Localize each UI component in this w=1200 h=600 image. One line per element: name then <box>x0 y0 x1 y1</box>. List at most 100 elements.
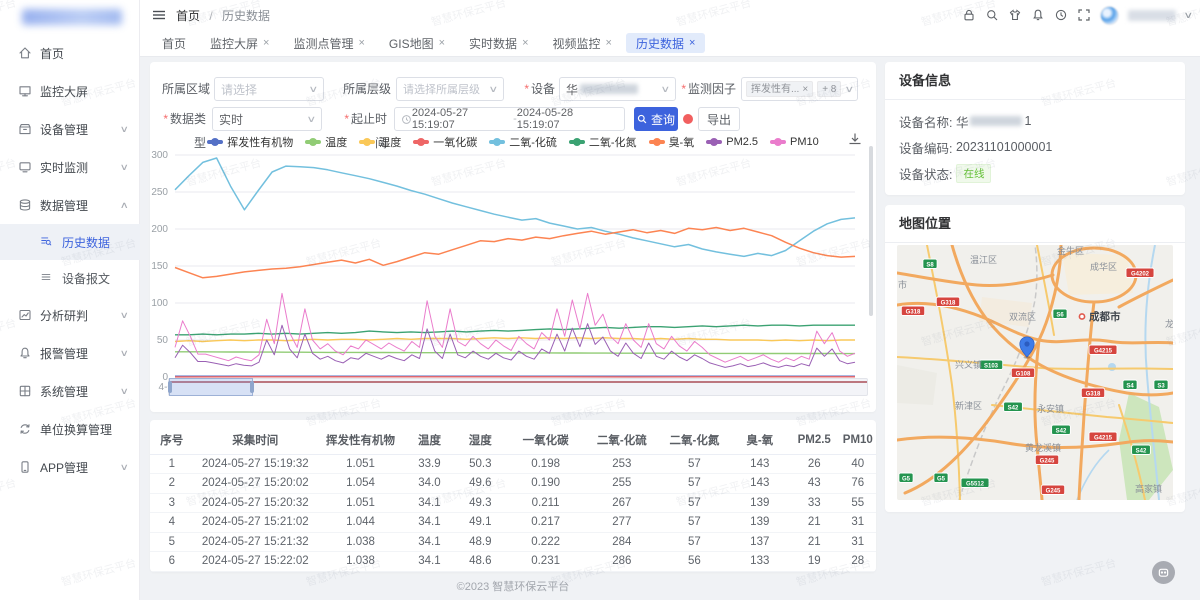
road-shield: S8 <box>923 259 937 269</box>
sidebar-item-app[interactable]: APP管理∨ <box>0 448 140 486</box>
table-cell: 267 <box>586 493 659 513</box>
datazoom-window[interactable] <box>169 378 253 396</box>
sidebar-item-label: 报警管理 <box>40 345 88 362</box>
fullscreen-icon[interactable] <box>1077 8 1091 22</box>
close-icon[interactable]: × <box>522 37 528 49</box>
query-chart-card: 所属区域 请选择∨ 所属层级 请选择所属层级∨ *设备 华 ∨ *监测因子 挥发… <box>150 62 876 412</box>
tab-视频监控[interactable]: 视频监控 × <box>543 33 622 53</box>
region-select[interactable]: 请选择∨ <box>214 77 324 101</box>
table-cell: 0.211 <box>506 493 586 513</box>
datatype-select[interactable]: 实时∨ <box>212 107 322 131</box>
datazoom-handle-right[interactable] <box>250 381 254 393</box>
sidebar-item-message[interactable]: 设备报文 <box>0 260 140 296</box>
sidebar-item-screen[interactable]: 监控大屏 <box>0 72 140 110</box>
chevron-down-icon: ∨ <box>845 84 855 95</box>
app-logo <box>22 9 122 25</box>
close-icon[interactable]: × <box>689 37 695 49</box>
factor-tag[interactable]: 挥发性有...× <box>746 81 813 97</box>
history-icon <box>40 235 54 249</box>
device-value-masked <box>580 84 638 94</box>
breadcrumb-home[interactable]: 首页 <box>176 9 200 23</box>
map-canvas[interactable]: S8G4202G318G318S6G4215S103G108G318S4S3S4… <box>897 245 1173 500</box>
lock-icon[interactable] <box>962 8 976 22</box>
chevron-down-icon[interactable]: ∨ <box>1184 10 1194 21</box>
road-shield: S3 <box>1154 380 1168 390</box>
table-cell: 1.051 <box>317 454 404 474</box>
device-name-row: 设备名称: 华 1 <box>885 108 1185 134</box>
table-row: 62024-05-27 15:22:021.03834.148.60.23128… <box>150 552 876 572</box>
sidebar-item-history[interactable]: 历史数据 <box>0 224 140 260</box>
road-shield: S42 <box>1052 425 1071 435</box>
close-icon[interactable]: × <box>439 37 445 49</box>
sidebar-item-system[interactable]: 系统管理∨ <box>0 372 140 410</box>
device-select[interactable]: 华 ∨ <box>559 77 676 101</box>
map-label: 市 <box>898 279 907 290</box>
table-cell: 0.222 <box>506 532 586 552</box>
factor-more-tag[interactable]: + 8 <box>817 81 841 97</box>
table-cell: 34.1 <box>404 493 455 513</box>
device-code-row: 设备编码: 20231101000001 <box>885 134 1185 160</box>
city-marker <box>1079 314 1084 319</box>
tab-监控大屏[interactable]: 监控大屏× <box>200 33 279 53</box>
chevron-down-icon: ∨ <box>120 124 129 135</box>
device-info-title: 设备信息 <box>885 62 1185 100</box>
search-button[interactable]: 查询 <box>634 107 678 131</box>
sidebar-item-label: 数据管理 <box>40 197 88 214</box>
sidebar-item-monitor[interactable]: 实时监测∨ <box>0 148 140 186</box>
map-label: 兴义镇 <box>955 359 982 370</box>
sidebar-item-analysis[interactable]: 分析研判∨ <box>0 296 140 334</box>
time-label: *起止时间 <box>338 107 387 131</box>
legend-marker <box>569 140 585 144</box>
table-cell: 255 <box>586 474 659 494</box>
close-icon[interactable]: × <box>263 37 269 49</box>
export-button[interactable]: 导出 <box>698 107 740 131</box>
table-cell: 2024-05-27 15:20:02 <box>194 474 317 494</box>
svg-text:G4202: G4202 <box>1131 271 1150 277</box>
tab-label: 视频监控 <box>553 35 601 52</box>
table-cell: 57 <box>658 474 731 494</box>
clock-icon[interactable] <box>1054 8 1068 22</box>
column-header: 温度 <box>404 426 455 454</box>
sidebar-item-unit[interactable]: 单位换算管理 <box>0 410 140 448</box>
time-range-input[interactable]: 2024-05-27 15:19:07 - 2024-05-28 15:19:0… <box>394 107 625 131</box>
tab-监测点管理[interactable]: 监测点管理× <box>283 33 374 53</box>
sidebar-item-device[interactable]: 设备管理∨ <box>0 110 140 148</box>
close-icon[interactable]: × <box>358 37 364 49</box>
tab-首页[interactable]: 首页 <box>152 33 196 53</box>
tab-实时数据[interactable]: 实时数据× <box>459 33 538 53</box>
table-cell: 277 <box>586 513 659 533</box>
sidebar-item-label: 首页 <box>40 45 64 62</box>
history-data-table: 序号采集时间挥发性有机物温度湿度一氧化碳二氧-化硫二氧-化氮臭-氧PM2.5PM… <box>150 426 876 572</box>
factor-select[interactable]: 挥发性有...× + 8 ∨ <box>741 77 858 101</box>
scrollbar-thumb[interactable] <box>869 146 873 316</box>
close-icon[interactable]: × <box>606 37 612 49</box>
road-shield: S42 <box>1004 402 1023 412</box>
menu-icon[interactable] <box>152 8 166 22</box>
datazoom-slider[interactable] <box>168 378 868 396</box>
device-name-masked <box>970 116 1022 126</box>
sidebar-item-alarm[interactable]: 报警管理∨ <box>0 334 140 372</box>
table-cell: 57 <box>658 513 731 533</box>
legend-marker <box>706 140 722 144</box>
tabbar: 首页监控大屏×监测点管理×GIS地图×实时数据×视频监控×历史数据× <box>140 30 1200 57</box>
sidebar-item-home[interactable]: 首页 <box>0 34 140 72</box>
factor-label: *监测因子 <box>668 77 736 101</box>
assistant-float-button[interactable] <box>1152 561 1175 584</box>
svg-text:S42: S42 <box>1056 428 1067 434</box>
avatar[interactable] <box>1100 6 1119 25</box>
theme-icon[interactable] <box>1008 8 1022 22</box>
breadcrumb-current: 历史数据 <box>222 9 270 23</box>
svg-text:S4: S4 <box>1126 383 1134 389</box>
svg-text:G4215: G4215 <box>1094 435 1113 441</box>
table-cell: 57 <box>658 493 731 513</box>
chevron-down-icon: ∨ <box>120 162 129 173</box>
level-select[interactable]: 请选择所属层级∨ <box>396 77 504 101</box>
tab-GIS地图[interactable]: GIS地图× <box>379 33 455 53</box>
bell-icon[interactable] <box>1031 8 1045 22</box>
map-svg: S8G4202G318G318S6G4215S103G108G318S4S3S4… <box>897 245 1173 500</box>
search-icon[interactable] <box>985 8 999 22</box>
table-row: 42024-05-27 15:21:021.04434.149.10.21727… <box>150 513 876 533</box>
sidebar-item-data[interactable]: 数据管理∧ <box>0 186 140 224</box>
datazoom-handle-left[interactable] <box>168 381 172 393</box>
tab-历史数据[interactable]: 历史数据× <box>626 33 705 53</box>
